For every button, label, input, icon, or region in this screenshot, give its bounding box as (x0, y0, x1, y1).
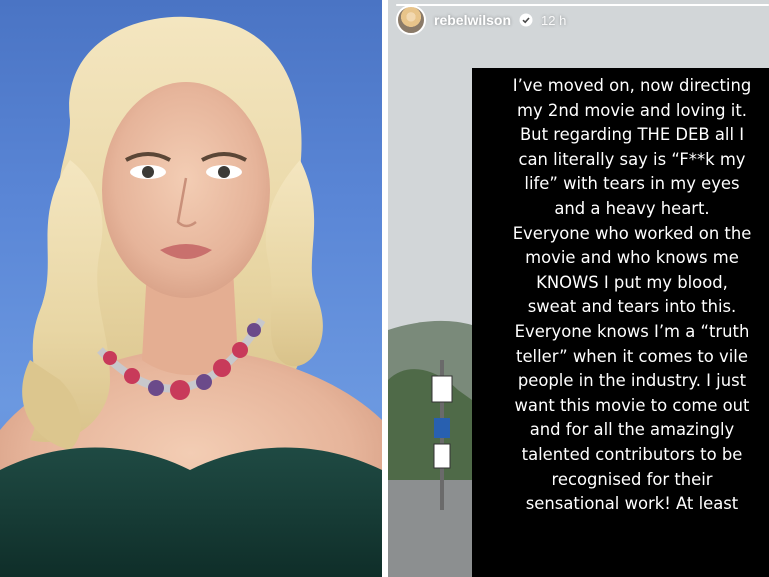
avatar[interactable] (396, 5, 426, 35)
story-text-line: and for all the amazingly (529, 420, 735, 440)
story-text-line: KNOWS I put my blood, (536, 272, 728, 292)
story-text-line: my 2nd movie and loving it. (517, 100, 747, 120)
verified-badge-icon (519, 13, 533, 27)
instagram-story: rebelwilson 12 h I’ve moved on, now dire… (388, 0, 769, 577)
story-text-line: want this movie to come out (514, 395, 750, 415)
story-text-line: recognised for their (551, 469, 713, 489)
story-text-line: Everyone knows I’m a “truth (514, 321, 750, 341)
username[interactable]: rebelwilson (434, 12, 511, 28)
story-text-line: can literally say is “F**k my (518, 149, 746, 169)
story-text-line: teller” when it comes to vile (516, 346, 748, 366)
side-by-side-image: rebelwilson 12 h I’ve moved on, now dire… (0, 0, 769, 577)
portrait-photo (0, 0, 382, 577)
portrait-illustration (0, 16, 382, 577)
story-text-line: sweat and tears into this. (527, 297, 737, 317)
story-text: I’ve moved on, now directing my 2nd movie… (472, 74, 769, 517)
story-text-line: Everyone who worked on the (512, 223, 752, 243)
story-header: rebelwilson 12 h (396, 2, 769, 38)
story-text-line: people in the industry. I just (517, 371, 747, 391)
story-text-line: sensational work! At least (525, 494, 739, 514)
story-text-line: movie and who knows me (525, 248, 739, 268)
story-timestamp: 12 h (541, 12, 567, 28)
story-text-line: But regarding THE DEB all I (519, 125, 745, 145)
story-text-line: life” with tears in my eyes (524, 174, 740, 194)
story-text-line: talented contributors to be (521, 444, 743, 464)
story-text-line: and a heavy heart. (554, 198, 710, 218)
story-text-line: I’ve moved on, now directing (512, 76, 752, 95)
